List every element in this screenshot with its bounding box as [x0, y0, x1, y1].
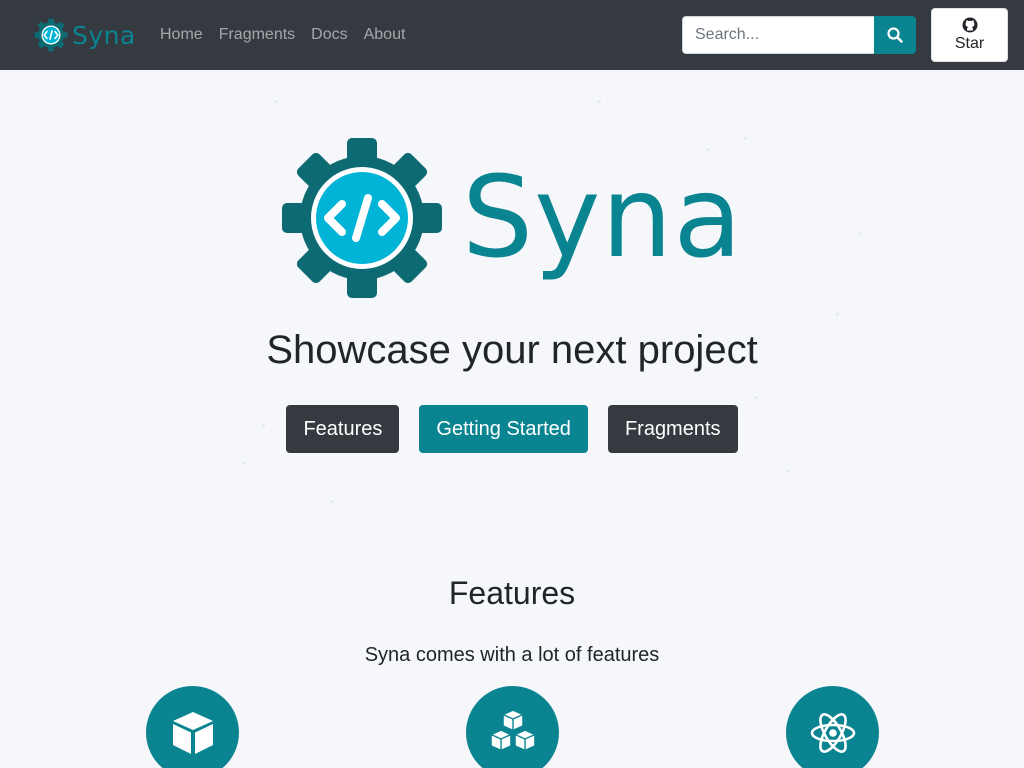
- star-label: Star: [954, 35, 985, 52]
- feature-atom-circle: [786, 686, 879, 768]
- search-form: [682, 16, 916, 54]
- hero-logo: Syna: [282, 138, 743, 298]
- nav-links: Home Fragments Docs About: [160, 0, 405, 70]
- search-button[interactable]: [874, 16, 916, 54]
- github-icon: [962, 17, 977, 33]
- features-button[interactable]: Features: [286, 405, 400, 453]
- feature-box-circle: [146, 686, 239, 768]
- fragments-button[interactable]: Fragments: [607, 405, 738, 453]
- cubes-icon: [489, 708, 536, 751]
- hero-buttons: Features Getting Started Fragments: [0, 405, 1024, 453]
- logo-gear-icon: [34, 18, 68, 52]
- search-input[interactable]: [682, 16, 874, 54]
- navbar: Syna Home Fragments Docs About Star: [0, 0, 1024, 70]
- github-star-button[interactable]: Star: [931, 8, 1008, 62]
- search-icon: [887, 27, 903, 43]
- hero-title: Showcase your next project: [266, 328, 758, 372]
- atom-icon: [810, 712, 855, 753]
- nav-link-fragments[interactable]: Fragments: [219, 26, 295, 44]
- nav-link-about[interactable]: About: [364, 26, 406, 44]
- brand-logo[interactable]: Syna: [34, 17, 136, 53]
- features-title: Features: [448, 575, 576, 611]
- nav-link-docs[interactable]: Docs: [311, 26, 347, 44]
- box-icon: [172, 711, 213, 754]
- hero-gear-icon: [282, 138, 442, 298]
- features-subtitle: Syna comes with a lot of features: [364, 644, 660, 666]
- hero-logo-text: Syna: [462, 153, 743, 283]
- getting-started-button[interactable]: Getting Started: [419, 405, 588, 453]
- feature-cubes-circle: [466, 686, 559, 768]
- brand-name: Syna: [72, 20, 136, 50]
- nav-link-home[interactable]: Home: [160, 26, 203, 44]
